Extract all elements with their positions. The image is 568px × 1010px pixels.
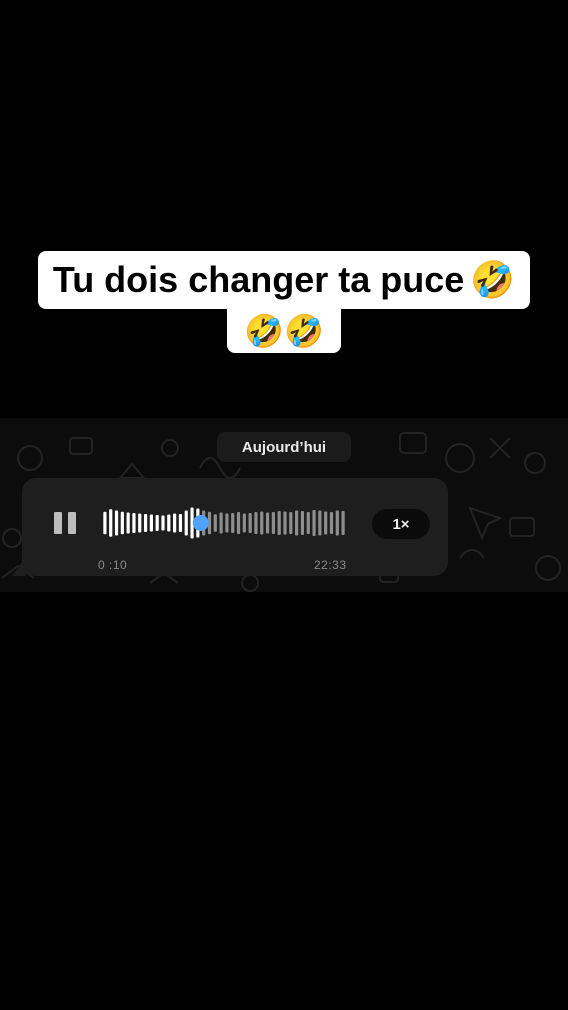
waveform-bar — [178, 514, 183, 532]
waveform-bar — [225, 513, 229, 533]
waveform-bar — [329, 512, 334, 534]
pause-icon — [68, 512, 76, 534]
waveform-bar — [114, 510, 119, 536]
audio-waveform-scrubber[interactable] — [102, 498, 346, 548]
playhead-knob[interactable] — [192, 515, 209, 531]
waveform-bar — [161, 515, 165, 531]
waveform-bar — [254, 512, 258, 534]
waveform-bar — [155, 515, 159, 531]
waveform-bar — [103, 511, 107, 535]
waveform-bar — [318, 510, 322, 536]
waveform-bar — [138, 513, 142, 533]
rofl-emoji-icon: 🤣🤣 — [244, 312, 324, 350]
waveform-bar — [300, 511, 305, 535]
caption-line-2: 🤣🤣 — [227, 309, 341, 353]
waveform-bar — [248, 513, 252, 533]
waveform-bar — [167, 514, 171, 532]
waveform-bar — [312, 510, 316, 536]
caption-text: Tu dois changer ta puce — [52, 259, 465, 300]
waveform-bar — [231, 513, 235, 533]
waveform-bar — [260, 511, 264, 535]
voice-message-bubble: 1× 0 :10 22:33 — [22, 478, 448, 576]
waveform-bar — [341, 511, 345, 535]
waveform-bar — [295, 510, 299, 536]
waveform-bar — [265, 512, 270, 534]
chat-area: Aujourd’hui 1× 0 :10 22:33 — [0, 418, 568, 592]
waveform-bar — [126, 512, 130, 534]
waveform-bar — [289, 512, 293, 534]
waveform-bar — [236, 512, 241, 534]
waveform-bar — [213, 514, 217, 532]
waveform-bar — [242, 513, 246, 533]
waveform-bar — [149, 514, 153, 532]
elapsed-time: 0 :10 — [98, 558, 128, 572]
rofl-emoji-icon: 🤣 — [470, 260, 516, 301]
waveform-bar — [306, 512, 310, 534]
waveform-bar — [120, 511, 124, 535]
waveform-bar — [335, 510, 339, 536]
waveform-bar — [271, 512, 275, 534]
waveform-bar — [109, 509, 113, 537]
waveform-bar — [283, 511, 287, 535]
waveform-bar — [184, 510, 188, 536]
caption-line-1: Tu dois changer ta puce 🤣 — [38, 251, 530, 309]
playback-speed-button[interactable]: 1× — [372, 509, 430, 539]
waveform-bar — [277, 511, 281, 535]
waveform-bar — [143, 514, 148, 532]
waveform-bar — [132, 513, 136, 533]
pause-button[interactable] — [54, 512, 78, 536]
pause-icon — [54, 512, 62, 534]
total-duration: 22:33 — [314, 558, 347, 572]
waveform-bar — [219, 512, 223, 534]
waveform-bar — [173, 513, 177, 533]
date-chip: Aujourd’hui — [217, 432, 351, 462]
waveform-bar — [324, 511, 328, 535]
